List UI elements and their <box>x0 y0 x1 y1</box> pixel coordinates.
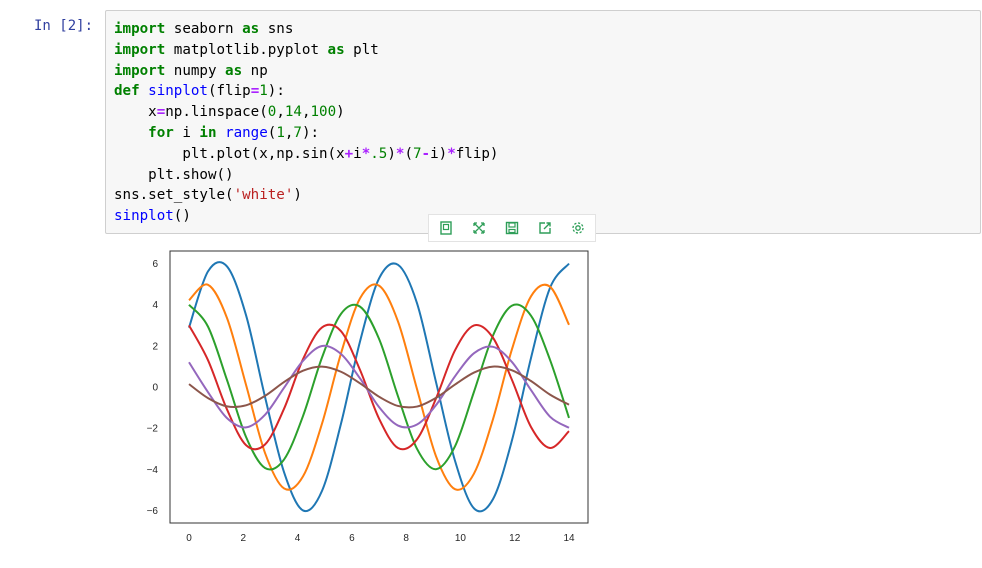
save-button[interactable] <box>503 219 521 237</box>
y-tick-label: 0 <box>152 383 158 394</box>
y-tick-label: −4 <box>147 465 159 476</box>
code-cell[interactable]: import seaborn as sns import matplotlib.… <box>105 10 981 234</box>
expand-button[interactable] <box>470 219 488 237</box>
series-group <box>188 261 570 513</box>
x-tick-label: 0 <box>186 533 192 544</box>
code-line: x=np.linspace(0,14,100) <box>114 104 345 121</box>
code-line: sns.set_style('white') <box>114 187 302 204</box>
code-line: for i in range(1,7): <box>148 124 320 141</box>
x-tick-label: 2 <box>241 533 247 544</box>
x-tick-label: 8 <box>403 533 409 544</box>
code-line: plt.plot(x,np.sin(x+i*.5)*(7-i)*flip) <box>114 145 499 162</box>
save-icon <box>505 221 519 235</box>
settings-icon <box>572 222 584 234</box>
code-line: import seaborn as sns <box>114 21 294 37</box>
x-tick-label: 12 <box>509 533 521 544</box>
code-line: sinplot() <box>114 208 191 225</box>
code-line: import matplotlib.pyplot as plt <box>114 41 379 58</box>
x-tick-label: 14 <box>563 533 575 544</box>
x-tick-label: 6 <box>349 533 355 544</box>
line-chart: 0 2 4 6 8 10 12 14 −6 −4 −2 0 2 4 6 <box>147 250 589 544</box>
input-prompt: In [2]: <box>34 18 94 34</box>
output-toolbar <box>428 214 596 242</box>
y-tick-label: −6 <box>147 506 159 517</box>
code-line: import numpy as np <box>114 62 268 79</box>
y-tick-label: 2 <box>152 341 158 352</box>
copy-button[interactable] <box>437 219 455 237</box>
copy-icon <box>439 221 452 235</box>
settings-button[interactable] <box>569 219 587 237</box>
x-tick-label: 10 <box>455 533 467 544</box>
share-icon <box>539 222 551 234</box>
y-tick-label: 4 <box>152 300 158 311</box>
x-tick-label: 4 <box>295 533 301 544</box>
y-tick-label: 6 <box>152 259 158 270</box>
share-button[interactable] <box>536 219 554 237</box>
code-editor[interactable]: import seaborn as sns import matplotlib.… <box>114 19 498 227</box>
code-line: def sinplot(flip=1): <box>114 83 285 100</box>
code-line: plt.show() <box>148 166 234 183</box>
expand-icon <box>473 222 485 234</box>
y-tick-label: −2 <box>147 424 159 435</box>
